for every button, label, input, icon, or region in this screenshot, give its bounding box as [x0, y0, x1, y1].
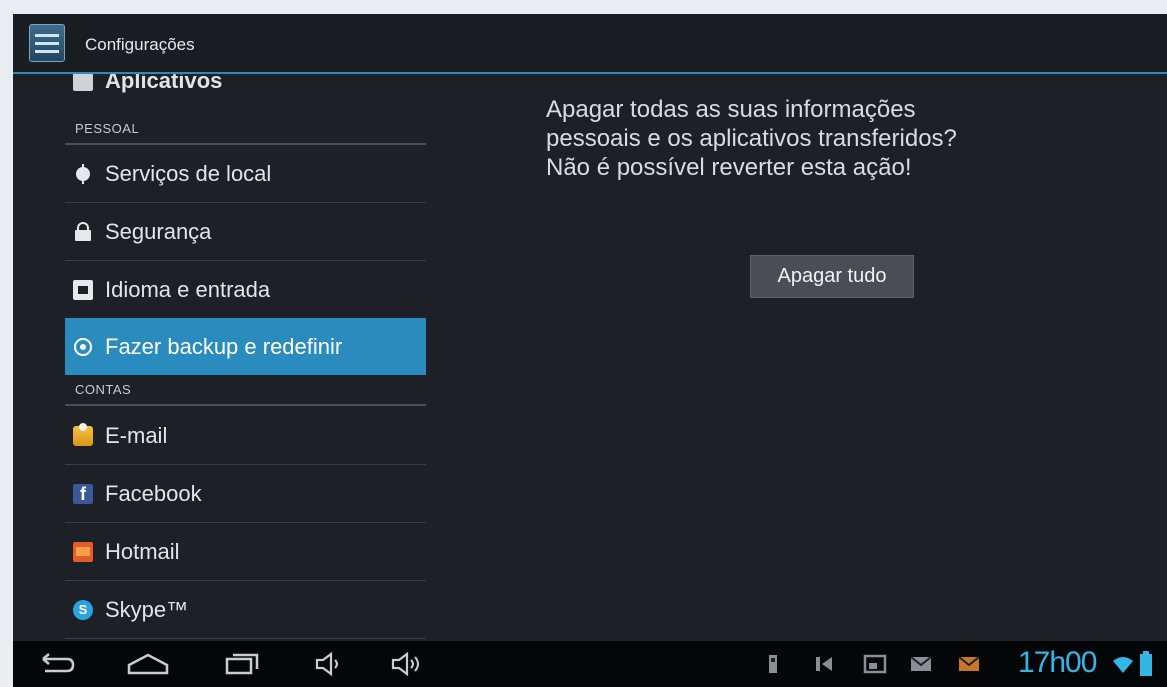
section-header-contas: CONTAS [75, 382, 132, 397]
hotmail-icon [73, 541, 93, 562]
settings-sliders-icon[interactable] [29, 24, 65, 62]
sidebar-item-fazer-backup-e-redefinir[interactable]: Fazer backup e redefinir [65, 318, 426, 375]
mail-notification-icon [909, 653, 933, 680]
email-notification-icon [957, 653, 981, 680]
sidebar-item-email[interactable]: E-mail [65, 407, 426, 464]
recent-apps-icon[interactable] [223, 651, 263, 677]
sidebar-item-hotmail[interactable]: Hotmail [65, 523, 426, 580]
section-header-pessoal: PESSOAL [75, 121, 140, 136]
sidebar-item-skype[interactable]: S Skype™ [65, 581, 426, 638]
message-line: Não é possível reverter esta ação! [546, 154, 912, 181]
section-divider [65, 404, 426, 406]
facebook-icon: f [73, 483, 93, 504]
email-icon [73, 422, 93, 446]
volume-up-icon[interactable] [389, 651, 425, 677]
keyboard-icon [73, 279, 93, 300]
settings-screen: Configurações Aplicativos PESSOAL Serviç… [13, 14, 1167, 687]
erase-everything-button[interactable]: Apagar tudo [750, 255, 914, 298]
lock-icon [73, 221, 93, 242]
app-title: Configurações [85, 35, 195, 54]
volume-down-icon[interactable] [313, 651, 347, 677]
screenshot-icon [863, 653, 887, 680]
sidebar-item-label: E-mail [105, 422, 168, 448]
action-bar: Configurações [13, 14, 1167, 74]
list-divider [65, 638, 426, 639]
battery-icon [1139, 651, 1153, 682]
sidebar-item-label: Skype™ [105, 596, 189, 622]
sidebar-item-servicos-de-local[interactable]: Serviços de local [65, 145, 426, 202]
status-clock: 17h00 [1018, 646, 1097, 679]
sidebar-item-label: Idioma e entrada [105, 276, 271, 302]
sidebar-item-label: Segurança [105, 218, 212, 244]
home-icon[interactable] [125, 651, 171, 677]
sidebar-item-label: Hotmail [105, 538, 180, 564]
system-navigation-bar: 17h00 [13, 641, 1167, 687]
location-icon [73, 163, 93, 184]
settings-list: Aplicativos PESSOAL Serviços de local Se… [13, 74, 427, 641]
sidebar-item-facebook[interactable]: f Facebook [65, 465, 426, 522]
reset-warning-message: Apagar todas as suas informações pessoai… [546, 95, 1106, 182]
message-line: pessoais e os aplicativos transferidos? [546, 125, 957, 152]
apps-grid-icon [73, 74, 93, 91]
back-icon[interactable] [37, 651, 77, 677]
usb-icon [767, 653, 779, 680]
usb-debug-icon [815, 653, 835, 680]
sidebar-item-label: Aplicativos [105, 74, 223, 93]
wifi-icon [1111, 655, 1135, 680]
sidebar-item-label: Facebook [105, 480, 202, 506]
sidebar-item-aplicativos[interactable]: Aplicativos [65, 74, 426, 96]
sidebar-item-idioma-e-entrada[interactable]: Idioma e entrada [65, 261, 426, 318]
sidebar-item-label: Fazer backup e redefinir [105, 333, 343, 359]
sidebar-item-seguranca[interactable]: Segurança [65, 203, 426, 260]
skype-icon: S [73, 599, 93, 620]
sidebar-item-label: Serviços de local [105, 160, 272, 186]
backup-icon [73, 337, 93, 357]
message-line: Apagar todas as suas informações [546, 96, 916, 123]
